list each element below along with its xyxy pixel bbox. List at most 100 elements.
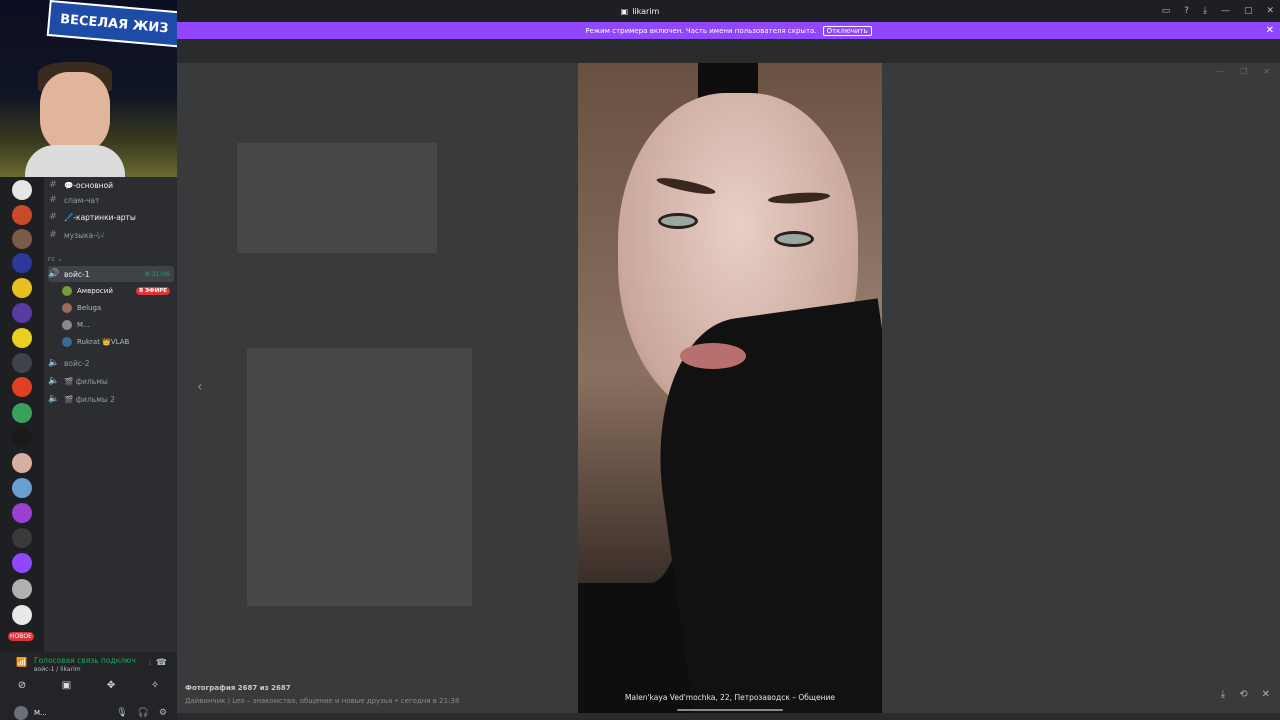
ghost-image	[247, 348, 472, 606]
hash-icon: #	[49, 212, 57, 222]
user-controls: 🎙 🎧 ⚙	[116, 708, 167, 718]
previous-image-arrow[interactable]: ‹	[197, 379, 203, 395]
server-icon[interactable]	[12, 427, 32, 447]
banner-text: Режим стримера включен. Часть имени поль…	[585, 26, 817, 35]
server-icon[interactable]	[12, 605, 32, 625]
channel-main[interactable]: # 💬-основной	[48, 177, 174, 193]
title-bar: ▣ likarim ▭ ? ⤓ — ▢ ✕	[0, 0, 1280, 22]
server-icon[interactable]	[12, 453, 32, 473]
server-icon[interactable]	[12, 180, 32, 200]
new-badge: НОВОЕ	[8, 632, 34, 641]
voice-channel-movies[interactable]: 🔈 🎬 фильмы	[48, 373, 174, 389]
server-icon[interactable]	[12, 229, 32, 249]
server-icon[interactable]	[12, 403, 32, 423]
restore-icon[interactable]: ❐	[1240, 67, 1247, 76]
window-controls: ▭ ? ⤓ — ▢ ✕	[1162, 0, 1274, 22]
channel-art[interactable]: # 🖊️-картинки-арты	[48, 209, 174, 225]
photo-eye	[774, 231, 814, 247]
ghost-image	[237, 143, 437, 253]
close-button[interactable]: ✕	[1266, 6, 1274, 16]
live-badge: В ЭФИРЕ	[136, 287, 170, 295]
camera-off-icon[interactable]: ⊘	[18, 680, 26, 691]
voice-member[interactable]: Амвросий В ЭФИРЕ	[62, 283, 174, 299]
avatar	[62, 303, 72, 313]
avatar	[62, 337, 72, 347]
voice-timer: 8:31:06	[144, 270, 170, 278]
photo-lips	[680, 343, 746, 369]
photo-caption: Malen'kaya Ved'mochka, 22, Петрозаводск …	[625, 693, 835, 702]
photo-eye	[658, 213, 698, 229]
banner-close-icon[interactable]: ✕	[1266, 25, 1274, 36]
app-icon: ▣	[620, 6, 629, 16]
inbox-icon[interactable]: ▭	[1162, 6, 1171, 16]
avatar	[62, 320, 72, 330]
settings-icon[interactable]: ⚙	[159, 708, 167, 718]
maximize-button[interactable]: ▢	[1244, 6, 1253, 16]
minimize-button[interactable]: —	[1221, 6, 1230, 16]
soundboard-icon[interactable]: ✧	[151, 680, 159, 691]
image-viewer: — ❐ ✕ ‹ Malen'kaya Ved'mochka, 22, Петро…	[177, 39, 1280, 720]
download-icon[interactable]: ⤓	[1203, 6, 1207, 16]
activities-icon[interactable]: ✥	[107, 680, 115, 691]
webcam-person-body	[25, 145, 125, 177]
server-icon[interactable]	[12, 253, 32, 273]
photo-source[interactable]: Дайвинчик | Leo – знакомства, общение и …	[185, 697, 459, 705]
server-icon[interactable]	[12, 528, 32, 548]
speaker-icon: 🔈	[48, 376, 60, 386]
hash-icon: #	[49, 195, 57, 205]
disable-streamer-mode-button[interactable]: Отключить	[822, 25, 872, 36]
close-icon[interactable]: ✕	[1262, 689, 1270, 700]
disconnect-icon[interactable]: ☎	[156, 658, 167, 668]
voice-status: Голосовая связь подключ	[34, 656, 136, 665]
server-list: НОВОЕ	[0, 177, 44, 657]
server-icon[interactable]	[12, 503, 32, 523]
server-icon[interactable]	[12, 377, 32, 397]
viewer-tools: ⤓ ⟲ ✕	[1221, 689, 1270, 700]
headphones-icon[interactable]: 🎧	[138, 708, 149, 718]
hash-icon: #	[49, 180, 57, 190]
avatar	[14, 706, 28, 720]
server-icon[interactable]	[12, 278, 32, 298]
screen-share-icon[interactable]: ▣	[62, 680, 71, 691]
server-icon[interactable]	[12, 303, 32, 323]
webcam-person-face	[40, 72, 110, 152]
server-icon[interactable]	[12, 328, 32, 348]
speaker-icon: 🔊	[48, 269, 60, 279]
server-icon[interactable]	[12, 205, 32, 225]
server-icon[interactable]	[12, 353, 32, 373]
rotate-icon[interactable]: ⟲	[1239, 689, 1247, 700]
server-icon[interactable]	[12, 478, 32, 498]
window-title: ▣ likarim	[620, 6, 660, 16]
voice-channel-2[interactable]: 🔈 войс-2	[48, 355, 174, 371]
noise-icon[interactable]: ⦙	[149, 658, 151, 668]
voice-member[interactable]: Rukrat 👑VLAB	[62, 334, 174, 350]
voice-channel-movies-2[interactable]: 🔈 🎬 фильмы 2	[48, 391, 174, 407]
streamer-mode-banner: Режим стримера включен. Часть имени поль…	[177, 22, 1280, 39]
speaker-icon: 🔈	[48, 358, 60, 368]
webcam-overlay: ВЕСЕЛАЯ ЖИЗ	[0, 0, 177, 177]
channel-spam[interactable]: # спам-чат	[48, 192, 174, 208]
channel-music[interactable]: # музыка-🎶	[48, 227, 174, 243]
caption-scroll-bar[interactable]	[677, 709, 783, 711]
voice-member[interactable]: Beluga	[62, 300, 174, 316]
server-icon[interactable]	[12, 579, 32, 599]
download-icon[interactable]: ⤓	[1221, 689, 1225, 700]
voice-connection-panel: 📶 Голосовая связь подключ войс-1 / likar…	[0, 652, 177, 720]
close-icon[interactable]: ✕	[1263, 67, 1270, 76]
current-user[interactable]: М...	[14, 706, 47, 720]
category-gs[interactable]: гс ⌄	[48, 251, 174, 267]
signal-icon: 📶	[16, 658, 28, 668]
voice-member[interactable]: М...	[62, 317, 174, 333]
profile-photo	[578, 63, 882, 713]
voice-actions: ⊘ ▣ ✥ ✧	[0, 680, 177, 691]
minimize-icon[interactable]: —	[1216, 67, 1224, 76]
photo-info: Фотография 2687 из 2687 Дайвинчик | Leo …	[185, 684, 459, 705]
server-icon[interactable]	[12, 553, 32, 573]
help-icon[interactable]: ?	[1184, 6, 1189, 16]
speaker-icon: 🔈	[48, 394, 60, 404]
voice-location: войс-1 / likarim	[34, 666, 81, 673]
road-sign: ВЕСЕЛАЯ ЖИЗ	[46, 0, 177, 49]
hash-icon: #	[49, 230, 57, 240]
microphone-icon[interactable]: 🎙	[116, 708, 127, 718]
voice-channel-1[interactable]: 🔊 войс-1 8:31:06	[48, 266, 174, 282]
